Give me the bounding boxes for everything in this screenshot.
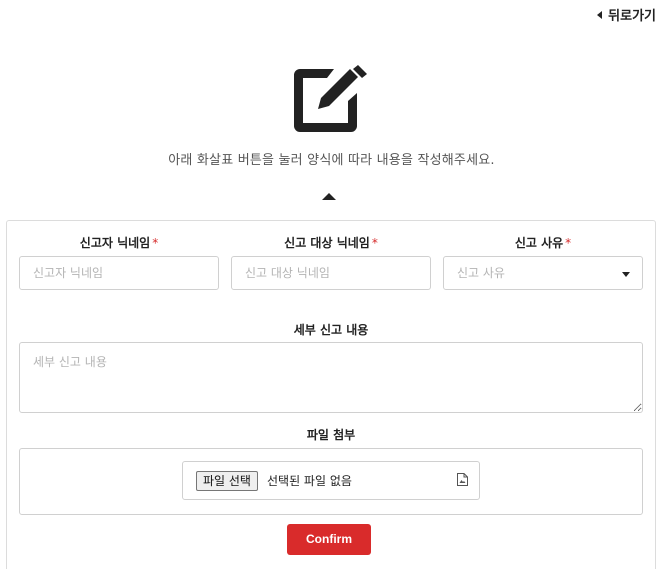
back-link[interactable]: 뒤로가기 — [597, 5, 656, 24]
reason-placeholder: 신고 사유 — [457, 266, 505, 280]
target-label: 신고 대상 닉네임 * — [231, 234, 431, 251]
reporter-label: 신고자 닉네임 * — [19, 234, 219, 251]
required-mark: * — [371, 236, 378, 250]
attachment-label: 파일 첨부 — [306, 428, 356, 442]
instruction-text: 아래 화살표 버튼을 눌러 양식에 따라 내용을 작성해주세요. — [168, 153, 495, 168]
caret-left-icon — [597, 10, 603, 19]
chevron-down-icon — [622, 272, 630, 277]
reason-label-text: 신고 사유 — [514, 236, 564, 250]
confirm-button[interactable]: Confirm — [287, 524, 371, 555]
reason-label: 신고 사유 * — [443, 234, 643, 251]
target-label-text: 신고 대상 닉네임 — [284, 236, 370, 250]
file-icon[interactable] — [457, 473, 468, 486]
reporter-label-text: 신고자 닉네임 — [79, 236, 151, 250]
choose-file-button[interactable]: 파일 선택 — [196, 471, 258, 491]
back-label: 뒤로가기 — [608, 9, 656, 24]
details-label: 세부 신고 내용 — [293, 323, 369, 337]
required-mark: * — [565, 236, 572, 250]
required-mark: * — [152, 236, 159, 250]
reporter-nickname-input[interactable] — [19, 256, 219, 290]
report-reason-select[interactable]: 신고 사유 — [443, 256, 643, 290]
target-nickname-input[interactable] — [231, 256, 431, 290]
file-status-text: 선택된 파일 없음 — [267, 474, 352, 488]
details-textarea[interactable] — [19, 342, 643, 413]
edit-icon — [294, 65, 367, 132]
caret-up-icon[interactable] — [322, 193, 336, 200]
